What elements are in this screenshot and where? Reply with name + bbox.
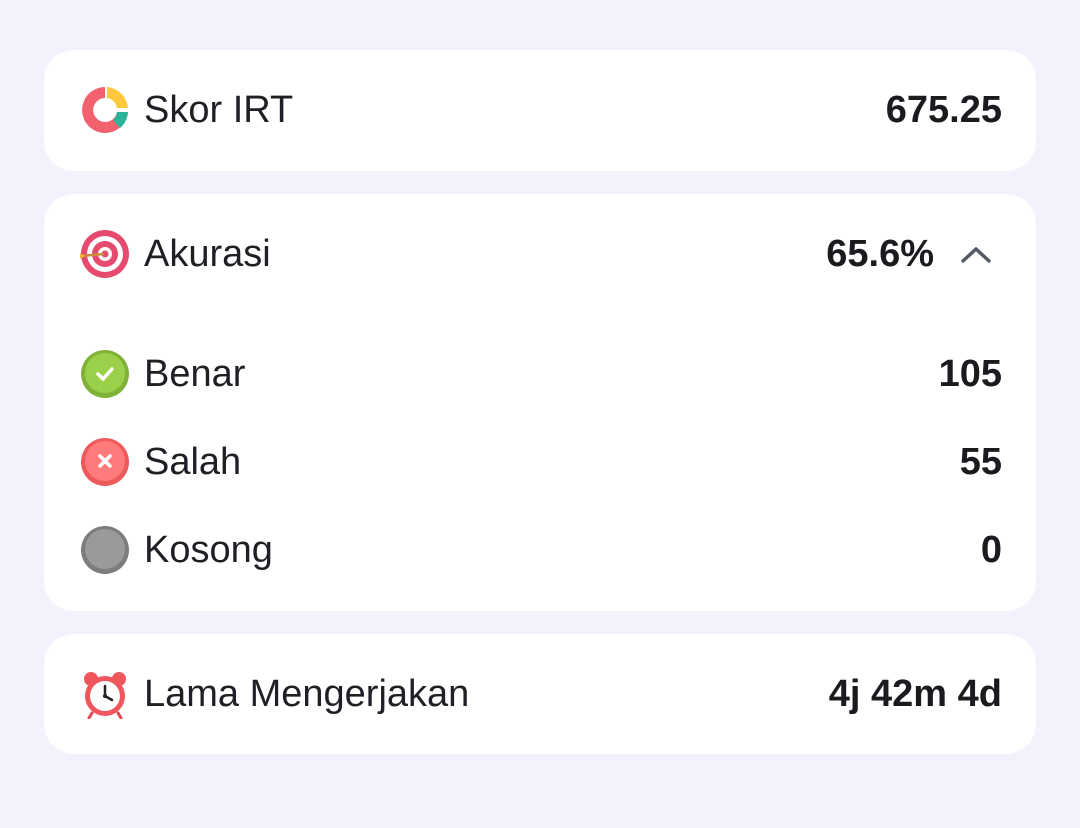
irt-score-label: Skor IRT	[144, 88, 294, 131]
wrong-value: 55	[959, 440, 1002, 483]
target-icon	[80, 229, 130, 279]
duration-value: 4j 42m 4d	[828, 672, 1002, 715]
accuracy-header-row[interactable]: Akurasi 65.6%	[80, 224, 1002, 284]
wrong-label: Salah	[144, 440, 242, 483]
accuracy-card: Akurasi 65.6% Benar 105 Salah 55 Kosong …	[44, 194, 1036, 611]
accuracy-label: Akurasi	[144, 232, 271, 275]
check-circle-icon	[80, 349, 130, 399]
correct-label: Benar	[144, 352, 246, 395]
donut-chart-icon	[80, 85, 130, 135]
accuracy-item-correct: Benar 105	[80, 344, 1002, 404]
empty-value: 0	[980, 528, 1002, 571]
duration-label: Lama Mengerjakan	[144, 672, 470, 715]
irt-score-value: 675.25	[885, 88, 1002, 131]
chevron-up-icon[interactable]	[956, 234, 996, 274]
alarm-clock-icon	[80, 669, 130, 719]
irt-score-card: Skor IRT 675.25	[44, 50, 1036, 171]
accuracy-value: 65.6%	[826, 232, 934, 275]
accuracy-item-wrong: Salah 55	[80, 432, 1002, 492]
empty-circle-icon	[80, 525, 130, 575]
correct-value: 105	[938, 352, 1002, 395]
duration-card: Lama Mengerjakan 4j 42m 4d	[44, 634, 1036, 754]
duration-row: Lama Mengerjakan 4j 42m 4d	[80, 664, 1002, 724]
x-circle-icon	[80, 437, 130, 487]
irt-score-row: Skor IRT 675.25	[80, 80, 1002, 140]
empty-label: Kosong	[144, 528, 273, 571]
accuracy-item-empty: Kosong 0	[80, 520, 1002, 580]
